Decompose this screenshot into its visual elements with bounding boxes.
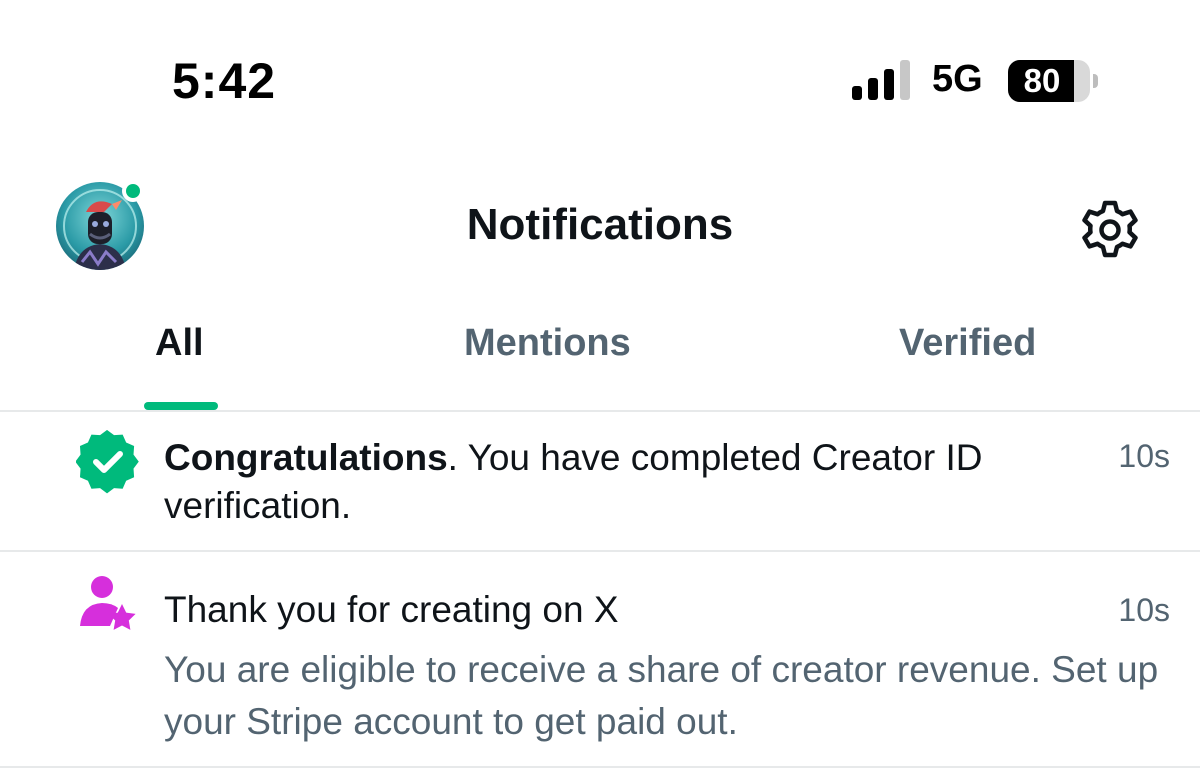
battery-tip [1093,74,1098,88]
tab-mentions[interactable]: Mentions [464,322,631,365]
battery-percentage: 80 [1023,62,1061,99]
notification-title: Thank you for creating on X [164,589,619,630]
signal-strength-icon [852,60,910,100]
notification-item[interactable]: Thank you for creating on X 10s You are … [0,552,1200,768]
status-bar: 5:42 5G 80 [0,0,1200,140]
status-time: 5:42 [172,53,277,109]
creator-star-icon [80,576,136,630]
battery-body: 80 [1008,60,1090,102]
gear-icon[interactable] [1078,198,1142,262]
notification-title: Congratulations [164,437,448,478]
notification-time: 10s [1118,592,1170,628]
page-title: Notifications [466,200,734,249]
notification-subtitle: You are eligible to receive a share of c… [164,649,1159,742]
notification-item[interactable]: Congratulations. You have completed Crea… [0,412,1200,552]
network-type: 5G [932,58,983,100]
tab-bar: All Mentions Verified [0,300,1200,412]
tab-all[interactable]: All [155,322,204,365]
tab-verified[interactable]: Verified [899,322,1036,365]
active-tab-indicator [144,402,218,410]
notification-text: Congratulations. You have completed Crea… [164,434,1069,530]
verified-badge-icon [76,430,139,494]
notification-time: 10s [1118,438,1170,474]
header: Notifications [0,170,1200,285]
battery-icon: 80 [1008,60,1098,102]
online-status-dot [122,180,144,202]
